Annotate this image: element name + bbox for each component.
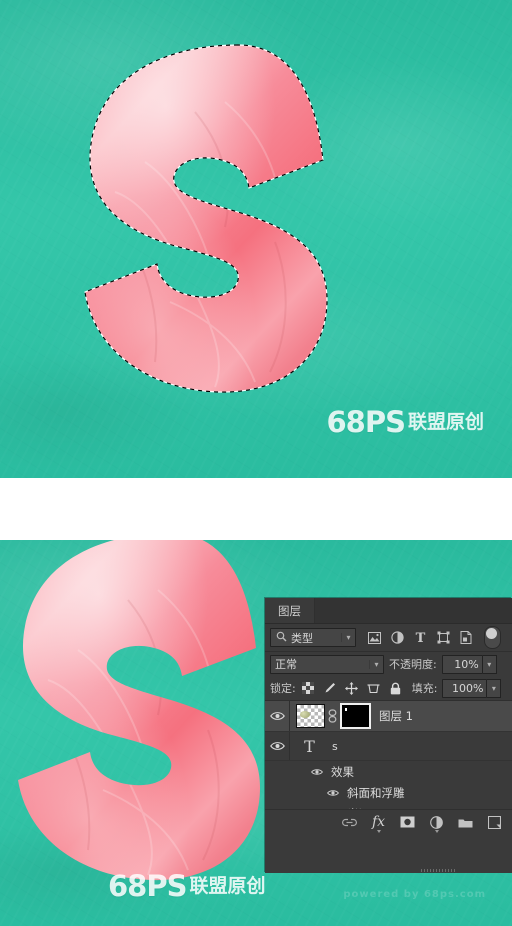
new-group-icon[interactable]: [458, 815, 473, 830]
eye-icon[interactable]: [309, 768, 325, 776]
ghost-watermark: powered by 68ps.com: [343, 889, 486, 900]
fill-control[interactable]: 100% ▾: [442, 678, 502, 698]
lock-row: 锁定: 填充: 100% ▾: [265, 676, 512, 700]
opacity-label: 不透明度:: [389, 658, 437, 671]
eye-icon[interactable]: [265, 711, 289, 721]
tab-bar-filler: [315, 598, 512, 623]
new-adjustment-layer-icon[interactable]: [429, 815, 444, 833]
row-divider: [289, 732, 290, 760]
layer-effects-group: 效果 斜面和浮雕 光泽: [265, 761, 512, 809]
filter-kind-select[interactable]: 类型 ▾: [270, 628, 356, 647]
opacity-chevron-down-icon[interactable]: ▾: [482, 654, 497, 674]
blend-mode-select[interactable]: 正常 ▾: [270, 654, 384, 674]
top-artwork-panel: 68PS 联盟原创: [0, 0, 512, 478]
fx-label: fx: [371, 814, 386, 830]
table-row[interactable]: T s: [265, 732, 512, 761]
lock-icon-group: [301, 681, 403, 695]
pixel-layer-filter-icon[interactable]: [367, 631, 381, 645]
adjustment-layer-filter-icon[interactable]: [390, 631, 404, 645]
effect-name: 斜面和浮雕: [347, 785, 405, 800]
list-item[interactable]: 效果: [309, 761, 512, 782]
letter-s-selected: [75, 42, 335, 402]
shape-layer-filter-icon[interactable]: [436, 631, 450, 645]
type-layer-icon: T: [304, 736, 315, 756]
filter-enable-toggle[interactable]: [484, 626, 501, 649]
magnifier-icon: [271, 631, 287, 645]
svg-text:T: T: [415, 631, 425, 644]
layers-panel: 图层 类型 ▾ T 正常 ▾ 不透明度: 10% ▾ 锁定: 填充: 100% …: [265, 598, 512, 873]
effect-name: 光泽: [347, 806, 370, 810]
layer-mask-thumbnail[interactable]: [340, 703, 371, 729]
blend-mode-value: 正常: [275, 658, 297, 671]
lock-position-icon[interactable]: [345, 681, 359, 695]
layer-thumbnail[interactable]: [296, 704, 325, 728]
blend-mode-row: 正常 ▾ 不透明度: 10% ▾: [265, 652, 512, 676]
layer-filter-row: 类型 ▾ T: [265, 624, 512, 652]
lock-label: 锁定:: [270, 682, 296, 695]
link-layers-icon[interactable]: [342, 815, 357, 830]
layer-list: 图层 1 T s 效果 斜面和浮雕: [265, 700, 512, 809]
lock-transparent-pixels-icon[interactable]: [301, 681, 315, 695]
type-layer-filter-icon[interactable]: T: [413, 631, 427, 645]
eye-icon[interactable]: [265, 741, 289, 751]
lock-all-icon[interactable]: [389, 681, 403, 695]
layer-thumbnails: [290, 703, 371, 729]
table-row[interactable]: 图层 1: [265, 701, 512, 732]
tab-layers[interactable]: 图层: [265, 598, 315, 623]
fill-value: 100%: [451, 681, 484, 695]
layer-style-fx-icon[interactable]: fx: [371, 814, 386, 833]
layer-name[interactable]: 图层 1: [379, 708, 413, 724]
effects-label: 效果: [331, 764, 354, 779]
fill-input[interactable]: 100%: [442, 678, 488, 698]
opacity-input[interactable]: 10%: [441, 654, 483, 674]
eye-icon[interactable]: [325, 789, 341, 797]
smart-object-filter-icon[interactable]: [459, 631, 473, 645]
panel-tab-bar: 图层: [265, 598, 512, 624]
link-icon[interactable]: [328, 709, 337, 723]
opacity-control[interactable]: 10% ▾: [441, 654, 497, 674]
new-layer-icon[interactable]: [487, 815, 502, 830]
letter-s-result: [8, 540, 268, 890]
list-item[interactable]: 斜面和浮雕: [309, 782, 512, 803]
layers-bottom-toolbar: fx: [265, 809, 512, 872]
chevron-down-icon[interactable]: ▾: [369, 659, 383, 669]
lock-artboard-nesting-icon[interactable]: [367, 681, 381, 695]
layer-name[interactable]: s: [332, 740, 338, 753]
add-layer-mask-icon[interactable]: [400, 815, 415, 830]
opacity-value: 10%: [454, 657, 479, 671]
chevron-down-icon[interactable]: ▾: [341, 633, 355, 642]
lock-image-pixels-icon[interactable]: [323, 681, 337, 695]
screenshot-page: 68PS 联盟原创 powered by 68ps.com 68PS 联盟原创 …: [0, 0, 512, 926]
fill-chevron-down-icon[interactable]: ▾: [487, 678, 502, 698]
panel-resize-grip[interactable]: [421, 869, 455, 872]
fill-label: 填充:: [411, 682, 438, 695]
filter-kind-label: 类型: [291, 631, 313, 645]
filter-icon-group: T: [367, 626, 501, 649]
